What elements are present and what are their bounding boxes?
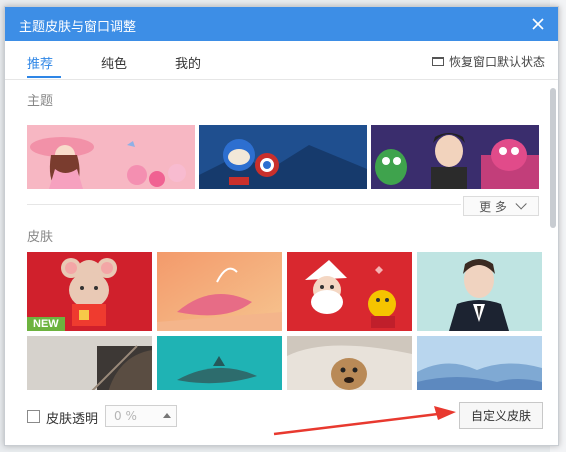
caret-up-icon (163, 413, 171, 418)
tab-recommended[interactable]: 推荐 (27, 53, 53, 72)
skin-thumbnail-dog[interactable] (287, 336, 412, 390)
tab-mine[interactable]: 我的 (175, 53, 201, 72)
active-tab-indicator (27, 76, 61, 78)
theme-thumbnail-singer-monsters[interactable] (371, 125, 539, 189)
restore-default-label: 恢复窗口默认状态 (448, 55, 545, 69)
more-themes-button[interactable]: 更 多 (463, 196, 539, 216)
opacity-select[interactable]: 0 % (105, 405, 177, 427)
tab-solid-color[interactable]: 纯色 (101, 53, 127, 72)
more-label: 更 多 (479, 199, 507, 214)
theme-thumbnail-princess[interactable] (27, 125, 195, 189)
custom-skin-button[interactable]: 自定义皮肤 (459, 402, 543, 429)
skin-thumbnail-whale[interactable] (157, 252, 282, 331)
themes-divider (27, 204, 461, 205)
skin-thumbnail-portrait[interactable] (417, 252, 542, 331)
close-icon[interactable] (528, 14, 548, 34)
skin-transparent-checkbox[interactable] (27, 410, 40, 423)
footer-bar: 皮肤透明 0 % 自定义皮肤 (5, 392, 558, 445)
skin-gallery: 主题 更 多 皮肤 NEW (5, 80, 558, 390)
skin-thumbnail-island[interactable] (157, 336, 282, 390)
tab-bar: 推荐 纯色 我的 恢复窗口默认状态 (5, 41, 558, 80)
themes-section-label: 主题 (27, 94, 54, 109)
skin-thumbnail-mouse[interactable]: NEW (27, 252, 152, 331)
theme-thumbnail-captain[interactable] (199, 125, 367, 189)
restore-default-button[interactable]: 恢复窗口默认状态 (431, 53, 545, 70)
chevron-down-icon (515, 198, 527, 210)
title-bar: 主题皮肤与窗口调整 (5, 7, 558, 41)
skin-thumbnail-santa[interactable] (287, 252, 412, 331)
new-badge: NEW (27, 317, 65, 331)
skin-thumbnail-mountains[interactable] (417, 336, 542, 390)
skin-thumbnail-guitar[interactable] (27, 336, 152, 390)
skin-dialog: 主题皮肤与窗口调整 推荐 纯色 我的 恢复窗口默认状态 主题 更 多 皮肤 NE… (4, 6, 559, 446)
opacity-value: 0 % (114, 409, 137, 423)
dialog-title: 主题皮肤与窗口调整 (19, 20, 137, 35)
window-restore-icon (431, 57, 444, 66)
skins-section-label: 皮肤 (27, 230, 54, 245)
skin-transparent-label: 皮肤透明 (46, 412, 99, 427)
gallery-scrollbar[interactable] (550, 88, 556, 228)
